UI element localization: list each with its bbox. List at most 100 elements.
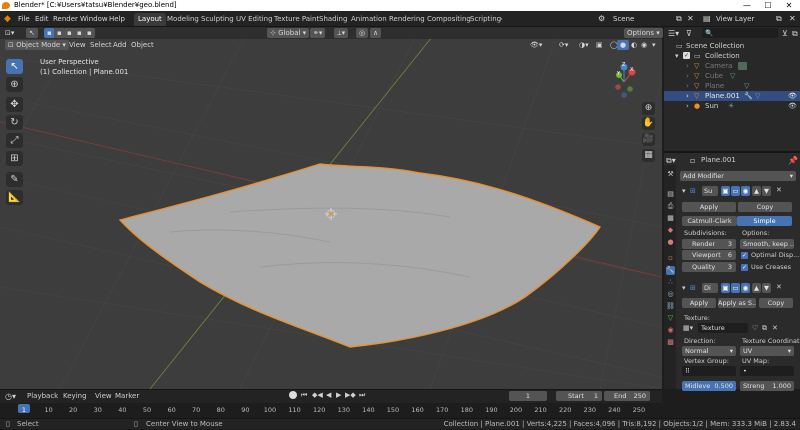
options-dropdown[interactable]: Options ▾	[624, 28, 663, 38]
texture-tab-icon[interactable]: ▩	[666, 338, 675, 347]
mod2-copy-button[interactable]: Copy	[759, 298, 793, 308]
expand-arrow-icon[interactable]: ›	[686, 71, 689, 81]
midlevel-field[interactable]: Midleve 0.500	[682, 381, 736, 391]
outliner-row-camera[interactable]: › ▽ Camera	[664, 61, 800, 71]
outliner-row-plane-001[interactable]: › ▽ Plane.001 🔧 ▽ 👁	[664, 91, 800, 101]
mod2-collapse-icon[interactable]: ▾	[682, 284, 686, 292]
overlay-toggle-icon[interactable]: ◑▾	[576, 40, 592, 50]
use-creases-checkbox[interactable]: ✓	[741, 264, 748, 271]
mod2-viewport-icon[interactable]: ▭	[731, 283, 740, 293]
texture-name-field[interactable]: Texture	[698, 323, 748, 333]
gizmo-y-label[interactable]: Y	[617, 71, 620, 77]
outliner-filter-icon[interactable]: ⊻	[782, 29, 788, 38]
mod1-delete-icon[interactable]: ✕	[776, 186, 782, 194]
editor-type-icon[interactable]: ⊡▾	[2, 28, 17, 38]
end-frame-field[interactable]: End 250	[604, 391, 650, 401]
expand-arrow-icon[interactable]: ›	[686, 91, 689, 101]
visibility-eye-icon[interactable]: 👁	[788, 101, 797, 111]
transform-orientation-dropdown[interactable]: ⊹ Global ▾	[267, 28, 310, 38]
output-tab-icon[interactable]: ⎙	[666, 202, 675, 211]
menu-view-timeline[interactable]: View	[95, 392, 112, 400]
new-scene-icon[interactable]: ⧉	[676, 11, 682, 27]
proportional-edit-icon[interactable]: ◎	[356, 28, 369, 38]
view-layer-name[interactable]: View Layer	[716, 11, 754, 27]
falloff-icon[interactable]: ∧	[370, 28, 382, 38]
tool-tab-icon[interactable]: ⚒	[666, 170, 675, 179]
menu-render[interactable]: Render	[53, 11, 78, 27]
menu-window[interactable]: Window	[80, 11, 108, 27]
menu-playback[interactable]: Playback	[27, 392, 58, 400]
snap-icon[interactable]: ⟂▾	[334, 28, 349, 38]
zoom-icon[interactable]: ⊕	[642, 102, 655, 115]
view-layer-icon[interactable]: ▤	[703, 11, 711, 27]
menu-marker[interactable]: Marker	[115, 392, 139, 400]
tab-shading[interactable]: Shading	[315, 13, 351, 26]
menu-help[interactable]: Help	[109, 11, 125, 27]
new-view-layer-icon[interactable]: ⧉	[776, 11, 782, 27]
outliner-row-collection[interactable]: ▾ ✓ ▭ Collection	[664, 51, 800, 61]
transform-tool-icon[interactable]: ⊞	[6, 151, 23, 166]
gizmo-z-label[interactable]: Z	[622, 62, 625, 68]
measure-tool-icon[interactable]: 📐	[6, 190, 23, 205]
material-tab-icon[interactable]: ◉	[666, 326, 675, 335]
move-tool-icon[interactable]: ✥	[6, 97, 23, 112]
catmull-clark-button[interactable]: Catmull-Clark	[682, 216, 737, 226]
delete-view-layer-icon[interactable]: ✕	[789, 11, 796, 27]
uv-map-field[interactable]: •	[740, 366, 794, 376]
pin-icon[interactable]: 📌	[788, 156, 798, 165]
menu-add[interactable]: Add	[110, 40, 130, 50]
object-mode-dropdown[interactable]: ⊡ Object Mode ▾	[5, 40, 69, 50]
scene-browse-icon[interactable]: ⚙	[598, 11, 605, 27]
scale-tool-icon[interactable]: ⤢	[6, 133, 23, 148]
select-mode-icon[interactable]: ↖	[26, 28, 38, 38]
timeline-editor-icon[interactable]: ◷▾	[5, 392, 16, 401]
shading-options-icon[interactable]: ▾	[649, 40, 659, 50]
jump-end-icon[interactable]: ⏭	[359, 391, 365, 400]
mod1-copy-button[interactable]: Copy	[738, 202, 792, 212]
viewport-levels-field[interactable]: Viewport 6	[682, 250, 736, 260]
object-tab-icon[interactable]: ▫	[666, 254, 675, 263]
select-box-tool-icon[interactable]: ↖	[6, 59, 23, 74]
prev-keyframe-icon[interactable]: ◆◀	[312, 391, 323, 399]
outliner-search-input[interactable]: 🔍	[702, 28, 778, 38]
vertex-group-field[interactable]: ⠿	[682, 366, 736, 376]
mod1-viewport-icon[interactable]: ▭	[731, 186, 740, 196]
scene-name[interactable]: Scene	[613, 11, 634, 27]
pan-hand-icon[interactable]: ✋	[642, 117, 655, 130]
outliner-row-plane[interactable]: › ▽ Plane ▽	[664, 81, 800, 91]
strength-field[interactable]: Streng 1.000	[740, 381, 794, 391]
selection-mode-intersect-icon[interactable]: ▪	[84, 28, 95, 38]
gizmo-x-label[interactable]: X	[630, 67, 633, 73]
mod2-up-icon[interactable]: ▲	[752, 283, 761, 293]
data-tab-icon[interactable]: ▽	[666, 314, 675, 323]
xray-icon[interactable]: ▣	[593, 40, 606, 50]
mod2-name-field[interactable]: Di	[702, 283, 718, 293]
menu-file[interactable]: File	[18, 11, 30, 27]
blender-menu-icon[interactable]: ◆	[4, 11, 11, 27]
expand-arrow-icon[interactable]: ›	[686, 61, 689, 71]
fake-user-icon[interactable]: ♡	[752, 324, 758, 332]
next-keyframe-icon[interactable]: ▶◆	[345, 391, 356, 399]
current-frame-field[interactable]: 1	[509, 391, 547, 401]
new-texture-icon[interactable]: ⧉	[762, 324, 767, 333]
mod1-collapse-icon[interactable]: ▾	[682, 187, 686, 195]
visibility-icon[interactable]: 👁▾	[527, 40, 545, 50]
render-levels-field[interactable]: Render 3	[682, 239, 736, 249]
simple-button[interactable]: Simple	[737, 216, 792, 226]
texture-coords-dropdown[interactable]: UV ▾	[740, 346, 794, 356]
perspective-toggle-icon[interactable]: ▦	[642, 149, 655, 162]
3d-viewport[interactable]: X Z Y User Perspective (1) Collection | …	[0, 27, 662, 389]
optimal-display-checkbox[interactable]: ✓	[741, 252, 748, 259]
uv-smooth-dropdown[interactable]: Smooth, keep ...	[740, 239, 794, 249]
camera-view-icon[interactable]: 🎥	[642, 133, 655, 146]
modifier-tab-icon[interactable]: 🔧	[666, 266, 675, 275]
direction-dropdown[interactable]: Normal ▾	[682, 346, 736, 356]
record-icon[interactable]	[289, 391, 297, 399]
view-layer-tab-icon[interactable]: ▦	[666, 214, 675, 223]
collection-checkbox-icon[interactable]: ✓	[683, 52, 690, 59]
gizmo-toggle-icon[interactable]: ⟳▾	[556, 40, 571, 50]
outliner-row-scene-collection[interactable]: ▭ Scene Collection	[664, 41, 800, 51]
start-frame-field[interactable]: Start 1	[556, 391, 602, 401]
mod1-editmode-icon[interactable]: ▣	[721, 186, 730, 196]
chevron-right-icon[interactable]: ›	[500, 11, 503, 27]
